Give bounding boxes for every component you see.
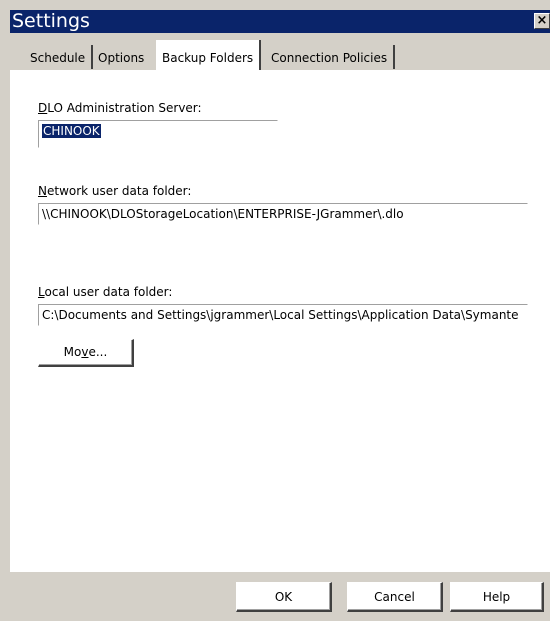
dlo-server-value: CHINOOK [42, 124, 101, 138]
tab-options-label: Options [98, 51, 145, 65]
close-icon: × [536, 13, 548, 28]
tab-schedule-label: Schedule [30, 51, 86, 65]
tab-schedule[interactable]: Schedule [24, 45, 94, 69]
dlo-server-label: DLO Administration Server: [38, 101, 202, 115]
tab-backup-folders[interactable]: Backup Folders [156, 40, 262, 70]
close-button[interactable]: × [534, 13, 550, 29]
tab-connection-policies[interactable]: Connection Policies [265, 45, 396, 69]
local-folder-value: C:\Documents and Settings\jgrammer\Local… [42, 308, 519, 322]
settings-dialog: Settings × Schedule Options Backup Folde… [0, 0, 550, 621]
title-bar[interactable]: Settings × [10, 10, 550, 33]
move-button[interactable]: Move... [38, 339, 134, 367]
network-folder-value: \\CHINOOK\DLOStorageLocation\ENTERPRISE-… [42, 207, 404, 221]
help-button[interactable]: Help [450, 582, 544, 612]
dlo-server-field[interactable]: CHINOOK [38, 120, 278, 148]
network-folder-field[interactable]: \\CHINOOK\DLOStorageLocation\ENTERPRISE-… [38, 203, 528, 225]
tab-connection-policies-label: Connection Policies [271, 51, 388, 65]
tab-options[interactable]: Options [92, 45, 150, 69]
button-bar: OK Cancel Help [10, 572, 550, 621]
network-folder-label: Network user data folder: [38, 184, 192, 198]
window-title: Settings [12, 10, 90, 32]
local-folder-field[interactable]: C:\Documents and Settings\jgrammer\Local… [38, 304, 528, 326]
cancel-button[interactable]: Cancel [347, 582, 443, 612]
backup-folders-panel: DLO Administration Server: CHINOOK Netwo… [10, 70, 550, 572]
tab-backup-folders-label: Backup Folders [162, 51, 254, 65]
local-folder-label: Local user data folder: [38, 285, 173, 299]
ok-button[interactable]: OK [236, 582, 332, 612]
